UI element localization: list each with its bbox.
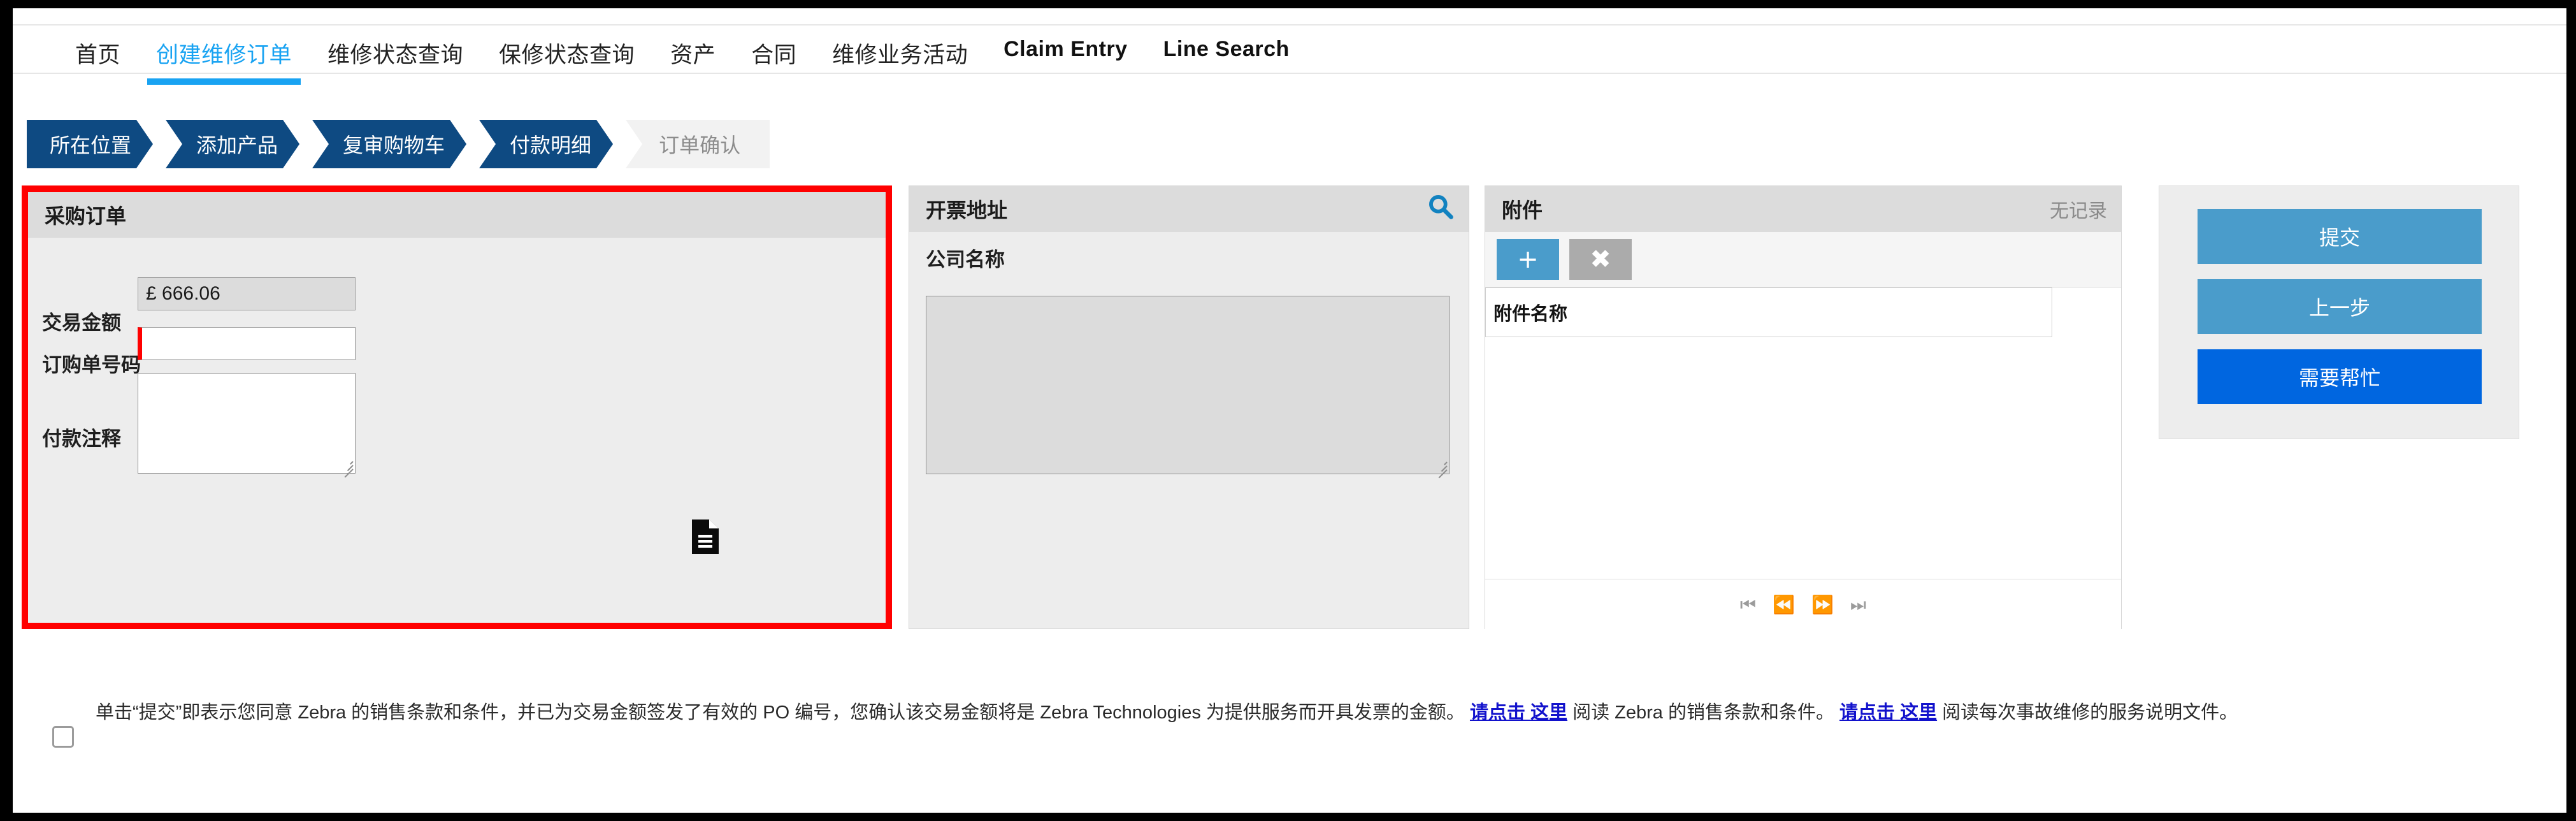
billing-address-title: 开票地址 [926, 199, 1008, 222]
action-button-group: 提交 上一步 需要帮忙 [2159, 185, 2519, 439]
purchase-order-body: 交易金额 £ 666.06 订购单号码 付款注释 [28, 238, 886, 623]
billing-address-panel: 开票地址 公司名称 [909, 185, 1469, 629]
billing-address-textarea[interactable] [926, 296, 1450, 474]
nav-item-5[interactable]: 合同 [733, 25, 814, 69]
nav-item-label: Line Search [1163, 37, 1290, 61]
breadcrumb-step-3[interactable]: 付款明细 [479, 120, 613, 168]
last-page-icon[interactable]: ⏭ [1850, 596, 1866, 614]
attachments-title: 附件 [1502, 199, 1543, 222]
breadcrumb-step-label: 付款明细 [510, 134, 592, 157]
search-icon[interactable] [1427, 193, 1455, 226]
breadcrumb-step-label: 订单确认 [659, 134, 741, 157]
submit-button[interactable]: 提交 [2198, 209, 2482, 264]
billing-address-header: 开票地址 [909, 186, 1469, 232]
nav-item-7[interactable]: Claim Entry [986, 25, 1145, 62]
terms-paragraph-1: 单击“提交”即表示您同意 Zebra 的销售条款和条件，并已为交易金额签发了有效… [96, 702, 1465, 723]
delete-attachment-button[interactable]: ✖ [1569, 239, 1632, 280]
main-navigation: 首页 创建维修订单 维修状态查询 保修状态查询 资产 合同 维修业务活动 Claim Entr… [13, 24, 2566, 85]
po-number-input[interactable] [138, 327, 356, 360]
nav-item-label: 维修业务活动 [832, 43, 968, 68]
next-page-icon[interactable]: ⏩ [1811, 596, 1834, 614]
panels-row: 采购订单 交易金额 £ 666.06 订购单号码 付款注释 开票地址 公司名称 … [13, 185, 2566, 638]
transaction-amount-value: £ 666.06 [138, 277, 356, 310]
need-help-button[interactable]: 需要帮忙 [2198, 349, 2482, 404]
nav-item-3[interactable]: 保修状态查询 [481, 25, 652, 69]
terms-link-service-prefix[interactable]: 请 [1839, 702, 1858, 723]
terms-agreement-row: 单击“提交”即表示您同意 Zebra 的销售条款和条件，并已为交易金额签发了有效… [13, 697, 2566, 748]
purchase-order-header: 采购订单 [28, 192, 886, 238]
breadcrumb-step-0[interactable]: 所在位置 [27, 120, 153, 168]
terms-checkbox[interactable] [52, 726, 74, 748]
prev-page-icon[interactable]: ⏪ [1773, 596, 1795, 614]
nav-item-label: 保修状态查询 [499, 43, 635, 68]
attachments-column-header: 附件名称 [1485, 287, 2052, 337]
attachments-header: 附件 无记录 [1485, 186, 2121, 232]
payment-notes-textarea[interactable] [138, 373, 356, 474]
attachments-grid: 附件名称 ⏮ ⏪ ⏩ ⏭ [1485, 287, 2121, 630]
purchase-order-panel-highlight: 采购订单 交易金额 £ 666.06 订购单号码 付款注释 [22, 185, 892, 629]
nav-item-label: 创建维修订单 [156, 43, 292, 68]
document-icon[interactable] [691, 518, 720, 558]
add-attachment-button[interactable]: + [1497, 239, 1559, 280]
previous-step-button[interactable]: 上一步 [2198, 279, 2482, 334]
purchase-order-title: 采购订单 [45, 205, 127, 228]
purchase-order-panel: 采购订单 交易金额 £ 666.06 订购单号码 付款注释 [28, 192, 886, 623]
attachments-toolbar: + ✖ [1485, 232, 2121, 287]
breadcrumb: 所在位置 添加产品 复审购物车 付款明细 订单确认 [27, 120, 782, 168]
app-page: 首页 创建维修订单 维修状态查询 保修状态查询 资产 合同 维修业务活动 Claim Entr… [13, 8, 2566, 813]
breadcrumb-step-label: 添加产品 [196, 134, 278, 157]
terms-paragraph-3: 阅读每次事故维修的服务说明文件。 [1942, 702, 2238, 723]
terms-link-service[interactable]: 点击 这里 [1858, 702, 1937, 723]
first-page-icon[interactable]: ⏮ [1740, 596, 1756, 614]
attachments-panel: 附件 无记录 + ✖ 附件名称 ⏮ ⏪ ⏩ ⏭ [1485, 185, 2122, 630]
attachments-pager: ⏮ ⏪ ⏩ ⏭ [1485, 580, 2121, 630]
attachments-rows [1485, 337, 2121, 579]
transaction-amount-label: 交易金额 [42, 312, 121, 334]
terms-link-sales[interactable]: 请点击 这里 [1470, 702, 1567, 723]
attachments-record-status: 无记录 [2050, 201, 2107, 222]
nav-item-label: 合同 [751, 43, 797, 68]
screenshot-root: 首页 创建维修订单 维修状态查询 保修状态查询 资产 合同 维修业务活动 Claim Entr… [0, 0, 2576, 821]
breadcrumb-step-label: 复审购物车 [343, 134, 445, 157]
nav-item-2[interactable]: 维修状态查询 [310, 25, 481, 69]
breadcrumb-step-label: 所在位置 [50, 134, 132, 157]
nav-item-0[interactable]: 首页 [57, 25, 138, 69]
nav-item-6[interactable]: 维修业务活动 [814, 25, 986, 69]
company-name-label: 公司名称 [926, 249, 1005, 271]
nav-item-label: Claim Entry [1004, 37, 1128, 61]
breadcrumb-step-1[interactable]: 添加产品 [166, 120, 299, 168]
nav-item-label: 维修状态查询 [327, 43, 464, 68]
po-number-label: 订购单号码 [42, 354, 141, 376]
terms-paragraph-2: 阅读 Zebra 的销售条款和条件。 [1572, 702, 1834, 723]
breadcrumb-step-4[interactable]: 订单确认 [626, 120, 770, 168]
nav-item-list: 首页 创建维修订单 维修状态查询 保修状态查询 资产 合同 维修业务活动 Claim Entr… [13, 25, 2566, 85]
breadcrumb-step-2[interactable]: 复审购物车 [312, 120, 466, 168]
payment-notes-label: 付款注释 [42, 428, 121, 450]
nav-item-1[interactable]: 创建维修订单 [138, 25, 310, 85]
nav-item-label: 资产 [670, 43, 716, 68]
nav-item-8[interactable]: Line Search [1146, 25, 1307, 62]
nav-item-label: 首页 [75, 43, 121, 68]
terms-text: 单击“提交”即表示您同意 Zebra 的销售条款和条件，并已为交易金额签发了有效… [96, 697, 2238, 729]
nav-item-4[interactable]: 资产 [652, 25, 733, 69]
